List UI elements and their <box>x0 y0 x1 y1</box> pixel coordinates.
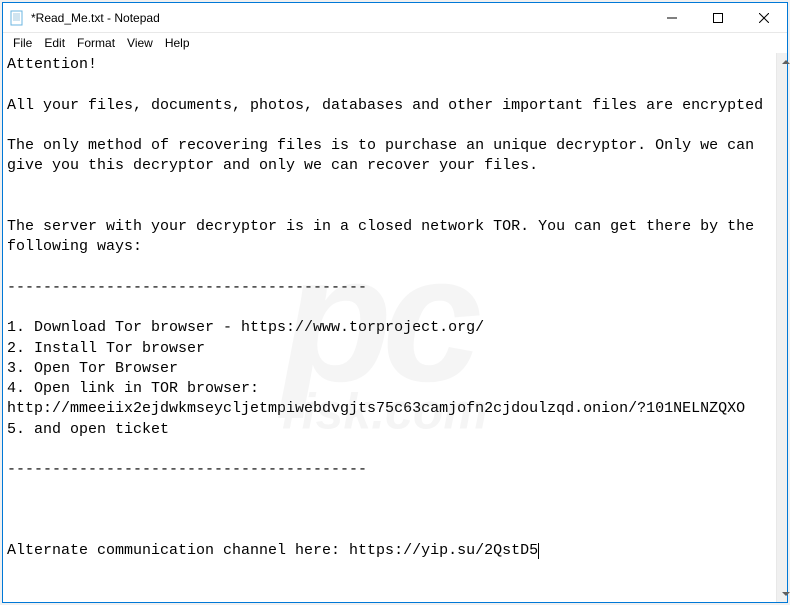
doc-line: 3. Open Tor Browser <box>7 360 178 377</box>
menu-file[interactable]: File <box>7 34 38 52</box>
menu-format[interactable]: Format <box>71 34 121 52</box>
text-cursor <box>538 542 539 559</box>
titlebar[interactable]: *Read_Me.txt - Notepad <box>3 3 787 33</box>
doc-line: 4. Open link in TOR browser: http://mmee… <box>7 380 745 417</box>
maximize-button[interactable] <box>695 3 741 33</box>
doc-line: Alternate communication channel here: ht… <box>7 542 538 559</box>
menu-help[interactable]: Help <box>159 34 196 52</box>
doc-line: 2. Install Tor browser <box>7 340 205 357</box>
window-controls <box>649 3 787 32</box>
notepad-window: *Read_Me.txt - Notepad File Edit Format … <box>2 2 788 603</box>
menubar: File Edit Format View Help <box>3 33 787 53</box>
minimize-button[interactable] <box>649 3 695 33</box>
doc-line: 1. Download Tor browser - https://www.to… <box>7 319 484 336</box>
close-button[interactable] <box>741 3 787 33</box>
editor-container: pc risk.com Attention! All your files, d… <box>3 53 787 602</box>
menu-edit[interactable]: Edit <box>38 34 71 52</box>
window-title: *Read_Me.txt - Notepad <box>31 11 649 25</box>
doc-line: The server with your decryptor is in a c… <box>7 218 763 255</box>
text-editor[interactable]: Attention! All your files, documents, ph… <box>3 53 776 602</box>
scrollbar-up-arrow[interactable] <box>777 53 790 70</box>
doc-line: ---------------------------------------- <box>7 279 367 296</box>
doc-line: All your files, documents, photos, datab… <box>7 97 763 114</box>
doc-line: Attention! <box>7 56 97 73</box>
doc-line: 5. and open ticket <box>7 421 169 438</box>
menu-view[interactable]: View <box>121 34 159 52</box>
doc-line: ---------------------------------------- <box>7 461 367 478</box>
scrollbar-down-arrow[interactable] <box>777 585 790 602</box>
vertical-scrollbar[interactable] <box>776 53 787 602</box>
doc-line: The only method of recovering files is t… <box>7 137 763 174</box>
notepad-icon <box>9 10 25 26</box>
